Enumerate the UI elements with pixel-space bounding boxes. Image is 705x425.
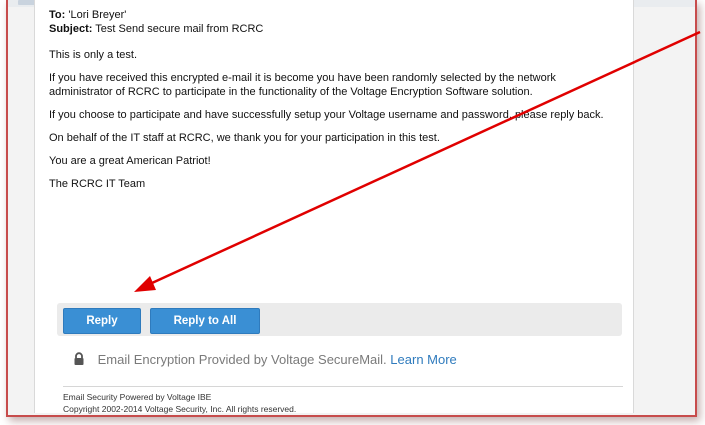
reply-all-button[interactable]: Reply to All	[150, 308, 260, 334]
reply-button[interactable]: Reply	[63, 308, 141, 334]
subject-line: Subject: Test Send secure mail from RCRC	[49, 22, 619, 36]
body-paragraph: You are a great American Patriot!	[49, 155, 211, 167]
to-line: To: 'Lori Breyer'	[49, 8, 619, 22]
footer-powered-by: Email Security Powered by Voltage IBE	[63, 392, 212, 402]
lock-icon	[72, 352, 86, 366]
window-frame: To: 'Lori Breyer' Subject: Test Send sec…	[6, 0, 697, 417]
action-bar: Reply Reply to All	[57, 303, 622, 336]
footer-divider	[63, 386, 623, 387]
body-paragraph: This is only a test.	[49, 49, 138, 61]
body-paragraph: If you have received this encrypted e-ma…	[49, 72, 556, 98]
encryption-notice: Email Encryption Provided by Voltage Sec…	[72, 352, 457, 367]
email-panel: To: 'Lori Breyer' Subject: Test Send sec…	[34, 0, 634, 415]
message-content: To: 'Lori Breyer' Subject: Test Send sec…	[49, 8, 619, 191]
footer-copyright: Copyright 2002-2014 Voltage Security, In…	[63, 404, 297, 414]
body-paragraph: If you choose to participate and have su…	[49, 109, 604, 121]
encryption-text: Email Encryption Provided by Voltage Sec…	[97, 352, 387, 367]
footer: Email Security Powered by Voltage IBE Co…	[63, 391, 296, 415]
to-label: To:	[49, 9, 66, 21]
body-paragraph: On behalf of the IT staff at RCRC, we th…	[49, 132, 440, 144]
learn-more-link[interactable]: Learn More	[390, 352, 456, 367]
subject-value: Test Send secure mail from RCRC	[95, 23, 264, 35]
subject-label: Subject:	[49, 23, 93, 35]
signature: The RCRC IT Team	[49, 178, 146, 190]
to-value: 'Lori Breyer'	[68, 9, 127, 21]
